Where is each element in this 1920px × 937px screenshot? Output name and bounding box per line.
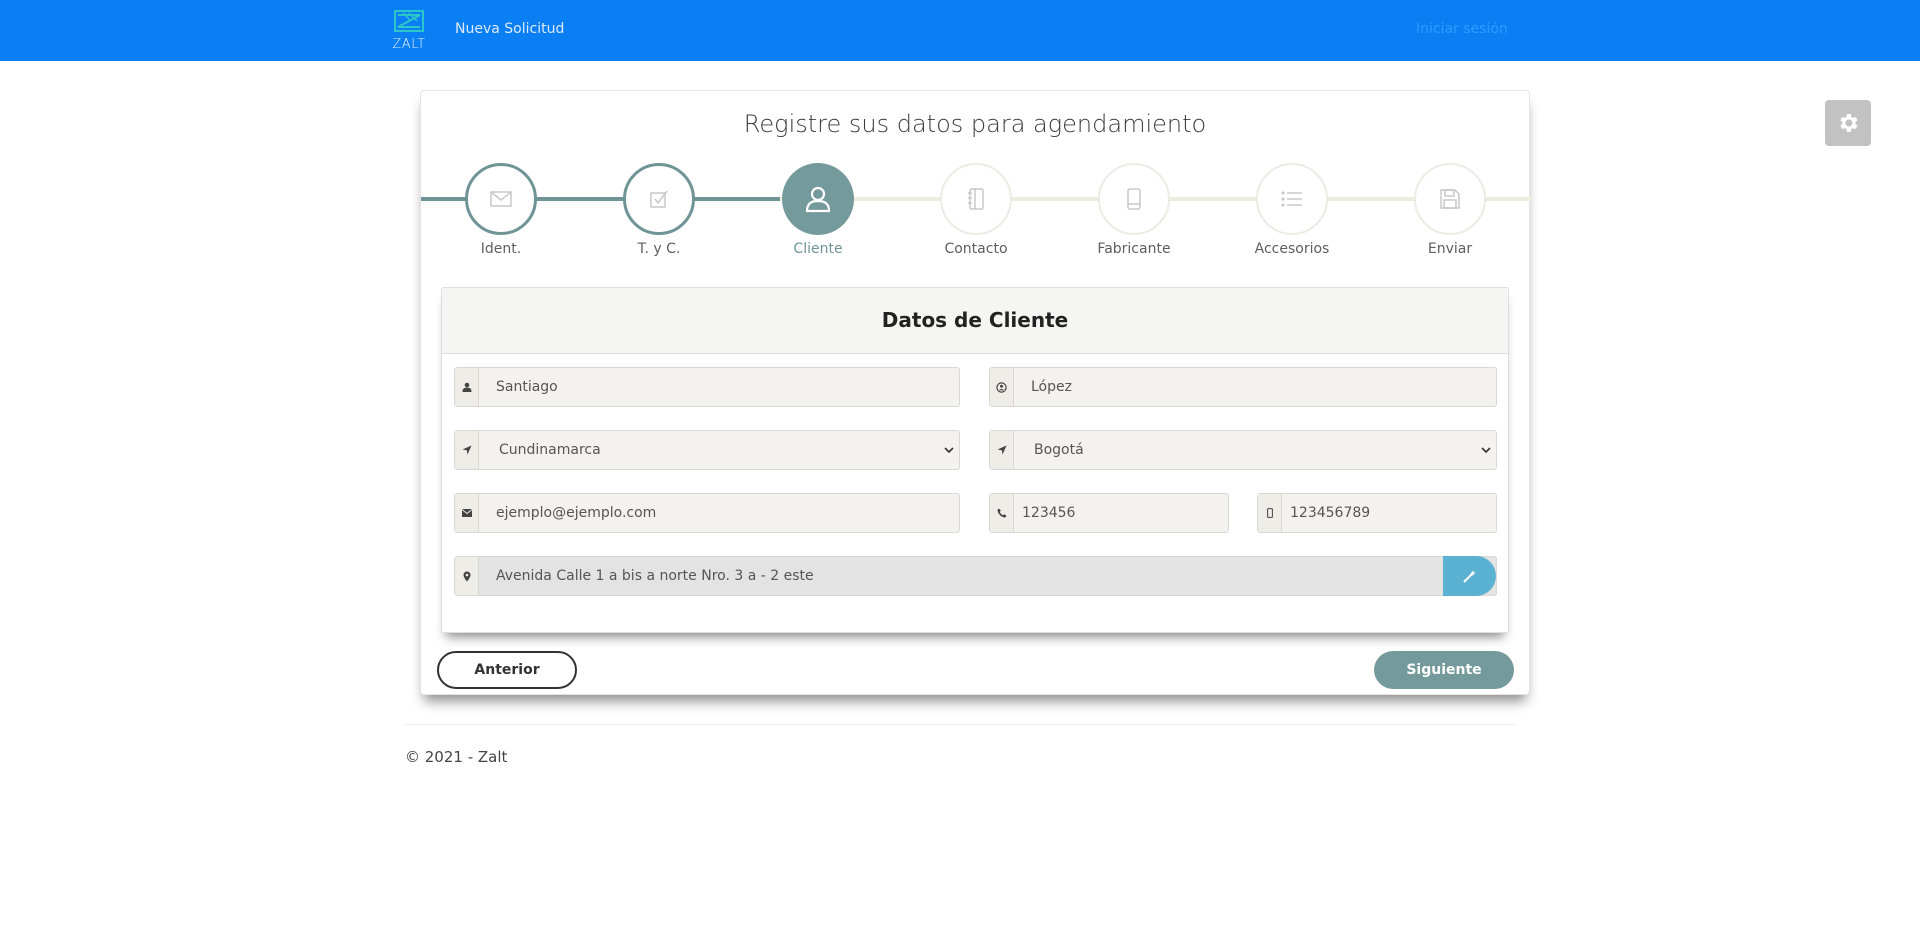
phone-value: 123456 <box>1022 505 1076 521</box>
client-data-panel: Datos de Cliente Santiago López Cundinam… <box>441 287 1509 633</box>
address-field[interactable]: Avenida Calle 1 a bis a norte Nro. 3 a -… <box>454 556 1497 596</box>
step-label: Contacto <box>944 241 1008 257</box>
top-navbar: ZALT Nueva Solicitud Iniciar sesión <box>0 0 1920 61</box>
map-marker-icon <box>455 557 479 595</box>
footer-divider <box>405 724 1515 725</box>
email-value: ejemplo@ejemplo.com <box>496 505 657 521</box>
checkbox-icon <box>650 190 668 208</box>
mobile-icon <box>1258 494 1282 532</box>
step-accessories[interactable]: Accesorios <box>1232 163 1352 257</box>
step-label: Cliente <box>793 241 843 257</box>
user-circle-icon <box>990 368 1014 406</box>
zalt-logo-icon[interactable]: ZALT <box>389 9 431 51</box>
user-icon <box>805 186 831 213</box>
last-name-field[interactable]: López <box>989 367 1497 407</box>
contact-book-icon <box>968 188 984 210</box>
city-select[interactable]: Bogotá <box>989 430 1497 470</box>
new-request-link[interactable]: Nueva Solicitud <box>455 21 564 37</box>
first-name-value: Santiago <box>496 379 558 395</box>
step-label: Fabricante <box>1097 241 1171 257</box>
step-label: Ident. <box>480 241 522 257</box>
step-client[interactable]: Cliente <box>758 163 878 257</box>
list-icon <box>1281 191 1302 207</box>
step-label: Accesorios <box>1254 241 1330 257</box>
last-name-value: López <box>1031 379 1072 395</box>
next-button[interactable]: Siguiente <box>1374 651 1514 689</box>
mobile-field[interactable]: 123456789 <box>1257 493 1497 533</box>
chevron-down-icon <box>1476 447 1496 453</box>
step-identification[interactable]: Ident. <box>441 163 561 257</box>
user-icon <box>455 368 479 406</box>
previous-button[interactable]: Anterior <box>437 651 577 689</box>
login-link[interactable]: Iniciar sesión <box>1416 21 1508 37</box>
first-name-field[interactable]: Santiago <box>454 367 960 407</box>
step-label: T. y C. <box>637 241 681 257</box>
step-manufacturer[interactable]: Fabricante <box>1074 163 1194 257</box>
address-builder-button[interactable] <box>1443 556 1496 596</box>
email-field[interactable]: ejemplo@ejemplo.com <box>454 493 960 533</box>
department-value: Cundinamarca <box>499 442 601 458</box>
settings-button[interactable] <box>1825 100 1871 146</box>
magic-wand-icon <box>1462 570 1476 583</box>
step-contact[interactable]: Contacto <box>916 163 1036 257</box>
department-select[interactable]: Cundinamarca <box>454 430 960 470</box>
mobile-value: 123456789 <box>1290 505 1371 521</box>
envelope-icon <box>490 191 512 207</box>
panel-title: Datos de Cliente <box>442 288 1508 354</box>
page-title: Registre sus datos para agendamiento <box>743 110 1207 138</box>
wizard-stepper: Ident. T. y C. Cliente Contacto Fabrican <box>421 163 1531 263</box>
chevron-down-icon <box>939 447 959 453</box>
address-value: Avenida Calle 1 a bis a norte Nro. 3 a -… <box>496 568 814 584</box>
envelope-icon <box>455 494 479 532</box>
svg-text:ZALT: ZALT <box>392 37 425 51</box>
location-arrow-icon <box>455 431 479 469</box>
phone-icon <box>990 494 1014 532</box>
footer-copyright: © 2021 - Zalt <box>405 748 508 766</box>
mobile-icon <box>1127 188 1141 210</box>
location-arrow-icon <box>990 431 1014 469</box>
phone-field[interactable]: 123456 <box>989 493 1229 533</box>
registration-card: Registre sus datos para agendamiento Ide… <box>420 90 1531 695</box>
save-icon <box>1440 189 1460 209</box>
step-label: Enviar <box>1427 241 1473 257</box>
step-terms[interactable]: T. y C. <box>599 163 719 257</box>
step-send[interactable]: Enviar <box>1390 163 1510 257</box>
gear-icon <box>1840 114 1858 132</box>
city-value: Bogotá <box>1034 442 1084 458</box>
